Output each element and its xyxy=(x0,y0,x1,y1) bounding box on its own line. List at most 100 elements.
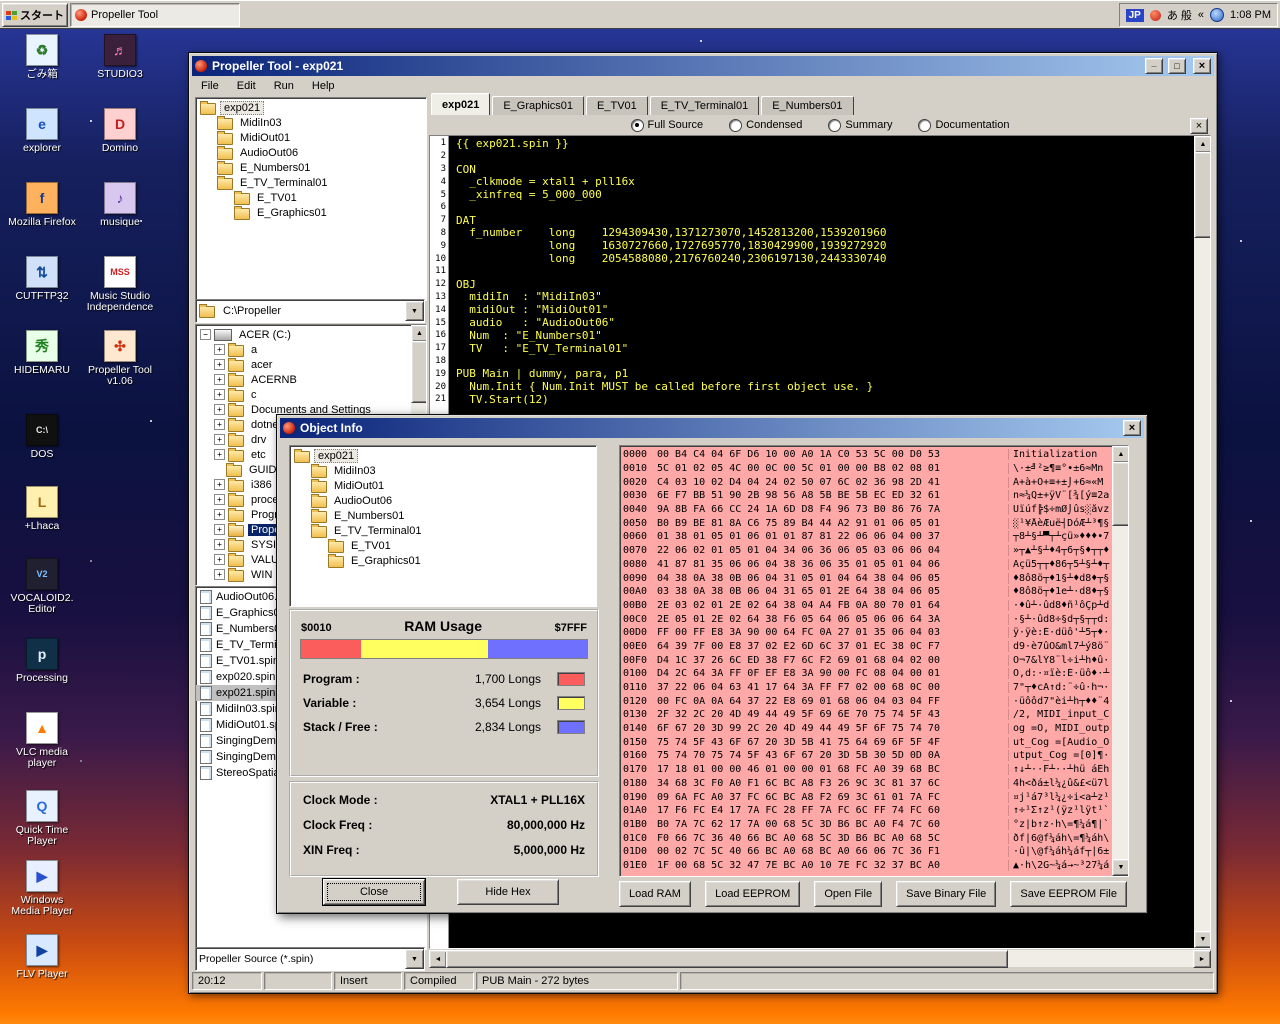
expand-toggle-icon[interactable]: + xyxy=(214,494,225,505)
scroll-thumb[interactable] xyxy=(446,950,1008,968)
load-ram-button[interactable]: Load RAM xyxy=(619,881,691,907)
tab-exp021[interactable]: exp021 xyxy=(431,93,490,115)
folder-tree-item[interactable]: +acer xyxy=(196,357,411,372)
tray-chevron[interactable]: « xyxy=(1198,9,1204,21)
object-tree-item[interactable]: MidiIn03 xyxy=(290,463,596,478)
save-eeprom-file-button[interactable]: Save EEPROM File xyxy=(1010,881,1127,907)
expand-toggle-icon[interactable]: + xyxy=(214,554,225,565)
scroll-thumb[interactable] xyxy=(411,341,427,403)
tab-e-graphics01[interactable]: E_Graphics01 xyxy=(492,96,584,115)
project-tree-item[interactable]: MidiIn03 xyxy=(196,115,426,130)
close-button[interactable] xyxy=(1193,58,1211,74)
desktop-icon-vocaloid2-editor[interactable]: V2VOCALOID2. Editor xyxy=(6,558,78,615)
desktop-icon-hidemaru[interactable]: 秀HIDEMARU xyxy=(6,330,78,376)
desktop-icon-domino[interactable]: DDomino xyxy=(84,108,156,154)
expand-toggle-icon[interactable]: + xyxy=(214,569,225,580)
expand-toggle-icon[interactable]: + xyxy=(214,449,225,460)
tab-e-numbers01[interactable]: E_Numbers01 xyxy=(761,96,853,115)
project-tree-item[interactable]: E_Graphics01 xyxy=(196,205,426,220)
editor-vertical-scrollbar[interactable] xyxy=(1194,136,1210,948)
menu-file[interactable]: File xyxy=(192,78,228,94)
folder-path-combo[interactable]: C:\Propeller xyxy=(195,299,425,321)
object-tree-item[interactable]: AudioOut06 xyxy=(290,493,596,508)
close-dialog-button[interactable]: Close xyxy=(323,879,425,905)
scroll-thumb[interactable] xyxy=(1112,462,1129,526)
folder-tree-item[interactable]: +ACERNB xyxy=(196,372,411,387)
desktop-icon-dos[interactable]: C:\DOS xyxy=(6,414,78,460)
desktop-icon-cutftp32[interactable]: ⇅CUTFTP32 xyxy=(6,256,78,302)
expand-toggle-icon[interactable]: + xyxy=(214,434,225,445)
expand-toggle-icon[interactable]: − xyxy=(200,329,211,340)
expand-toggle-icon[interactable]: + xyxy=(214,539,225,550)
viewmode-documentation[interactable]: Documentation xyxy=(918,119,1009,132)
desktop-icon-lhaca[interactable]: L+Lhaca xyxy=(6,486,78,532)
viewmode-full-source[interactable]: Full Source xyxy=(631,119,704,132)
viewmode-summary[interactable]: Summary xyxy=(828,119,892,132)
object-tree-item[interactable]: E_Graphics01 xyxy=(290,553,596,568)
desktop-icon-vlc-media-player[interactable]: ▲VLC media player xyxy=(6,712,78,769)
dialog-titlebar[interactable]: Object Info xyxy=(280,418,1144,438)
project-tree-item[interactable]: MidiOut01 xyxy=(196,130,426,145)
expand-toggle-icon[interactable]: + xyxy=(214,524,225,535)
project-tree-item[interactable]: E_TV_Terminal01 xyxy=(196,175,426,190)
combo-dropdown-arrow[interactable] xyxy=(405,301,424,321)
expand-toggle-icon[interactable]: + xyxy=(214,479,225,490)
combo-dropdown-arrow[interactable] xyxy=(405,949,424,969)
maximize-button[interactable] xyxy=(1168,58,1186,74)
project-tree-item[interactable]: E_TV01 xyxy=(196,190,426,205)
scroll-down-arrow[interactable] xyxy=(1112,859,1129,876)
window-titlebar[interactable]: Propeller Tool - exp021 xyxy=(192,56,1214,76)
task-button-propeller-tool[interactable]: Propeller Tool xyxy=(70,3,240,27)
minimize-button[interactable] xyxy=(1145,58,1163,74)
menu-edit[interactable]: Edit xyxy=(228,78,265,94)
expand-toggle-icon[interactable]: + xyxy=(214,374,225,385)
editor-close-button[interactable] xyxy=(1190,118,1208,134)
project-tree-item[interactable]: exp021 xyxy=(196,100,426,115)
object-tree-item[interactable]: E_Numbers01 xyxy=(290,508,596,523)
scroll-up-arrow[interactable] xyxy=(411,325,427,342)
project-tree-item[interactable]: E_Numbers01 xyxy=(196,160,426,175)
desktop-icon-studio3[interactable]: ♬STUDIO3 xyxy=(84,34,156,80)
hide-hex-button[interactable]: Hide Hex xyxy=(457,879,559,905)
start-button[interactable]: スタート xyxy=(2,3,68,27)
file-filter-combo[interactable]: Propeller Source (*.spin) xyxy=(195,947,425,969)
scroll-down-arrow[interactable] xyxy=(1194,931,1211,948)
editor-horizontal-scrollbar[interactable] xyxy=(429,950,1211,967)
desktop-icon-flv-player[interactable]: ▶FLV Player xyxy=(6,934,78,980)
ime-mode-indicator[interactable]: あ 般 xyxy=(1167,7,1192,23)
expand-toggle-icon[interactable]: + xyxy=(214,419,225,430)
menu-help[interactable]: Help xyxy=(303,78,344,94)
folder-tree-item[interactable]: +c xyxy=(196,387,411,402)
tab-e-tv-terminal01[interactable]: E_TV_Terminal01 xyxy=(650,96,759,115)
menu-run[interactable]: Run xyxy=(265,78,303,94)
hex-scrollbar[interactable] xyxy=(1112,446,1128,876)
desktop-icon-mozilla-firefox[interactable]: fMozilla Firefox xyxy=(6,182,78,228)
tray-app-icon[interactable] xyxy=(1150,10,1161,21)
save-binary-file-button[interactable]: Save Binary File xyxy=(896,881,996,907)
desktop-icon-quicktime-player[interactable]: QQuick Time Player xyxy=(6,790,78,847)
scroll-left-arrow[interactable] xyxy=(429,950,447,968)
object-tree-item[interactable]: MidiOut01 xyxy=(290,478,596,493)
expand-toggle-icon[interactable]: + xyxy=(214,359,225,370)
viewmode-condensed[interactable]: Condensed xyxy=(729,119,802,132)
expand-toggle-icon[interactable]: + xyxy=(214,389,225,400)
desktop-icon-windows-media-player[interactable]: ▶Windows Media Player xyxy=(6,860,78,917)
load-eeprom-button[interactable]: Load EEPROM xyxy=(705,881,800,907)
scroll-up-arrow[interactable] xyxy=(1112,446,1129,463)
expand-toggle-icon[interactable]: + xyxy=(214,404,225,415)
desktop-icon-explorer[interactable]: eexplorer xyxy=(6,108,78,154)
project-tree-item[interactable]: AudioOut06 xyxy=(196,145,426,160)
scroll-thumb[interactable] xyxy=(1194,152,1211,238)
desktop-icon-recycle-bin[interactable]: ♻ごみ箱 xyxy=(6,34,78,80)
object-tree-item[interactable]: E_TV01 xyxy=(290,538,596,553)
object-tree-item[interactable]: exp021 xyxy=(290,448,596,463)
ime-language-icon[interactable]: JP xyxy=(1126,9,1144,22)
folder-tree-item[interactable]: −ACER (C:) xyxy=(196,327,411,342)
tab-e-tv01[interactable]: E_TV01 xyxy=(586,96,648,115)
desktop-icon-musique[interactable]: ♪musique xyxy=(84,182,156,228)
expand-toggle-icon[interactable]: + xyxy=(214,344,225,355)
tray-clock-icon[interactable] xyxy=(1210,8,1224,22)
folder-tree-item[interactable]: +a xyxy=(196,342,411,357)
desktop-icon-processing[interactable]: pProcessing xyxy=(6,638,78,684)
scroll-right-arrow[interactable] xyxy=(1193,950,1211,968)
